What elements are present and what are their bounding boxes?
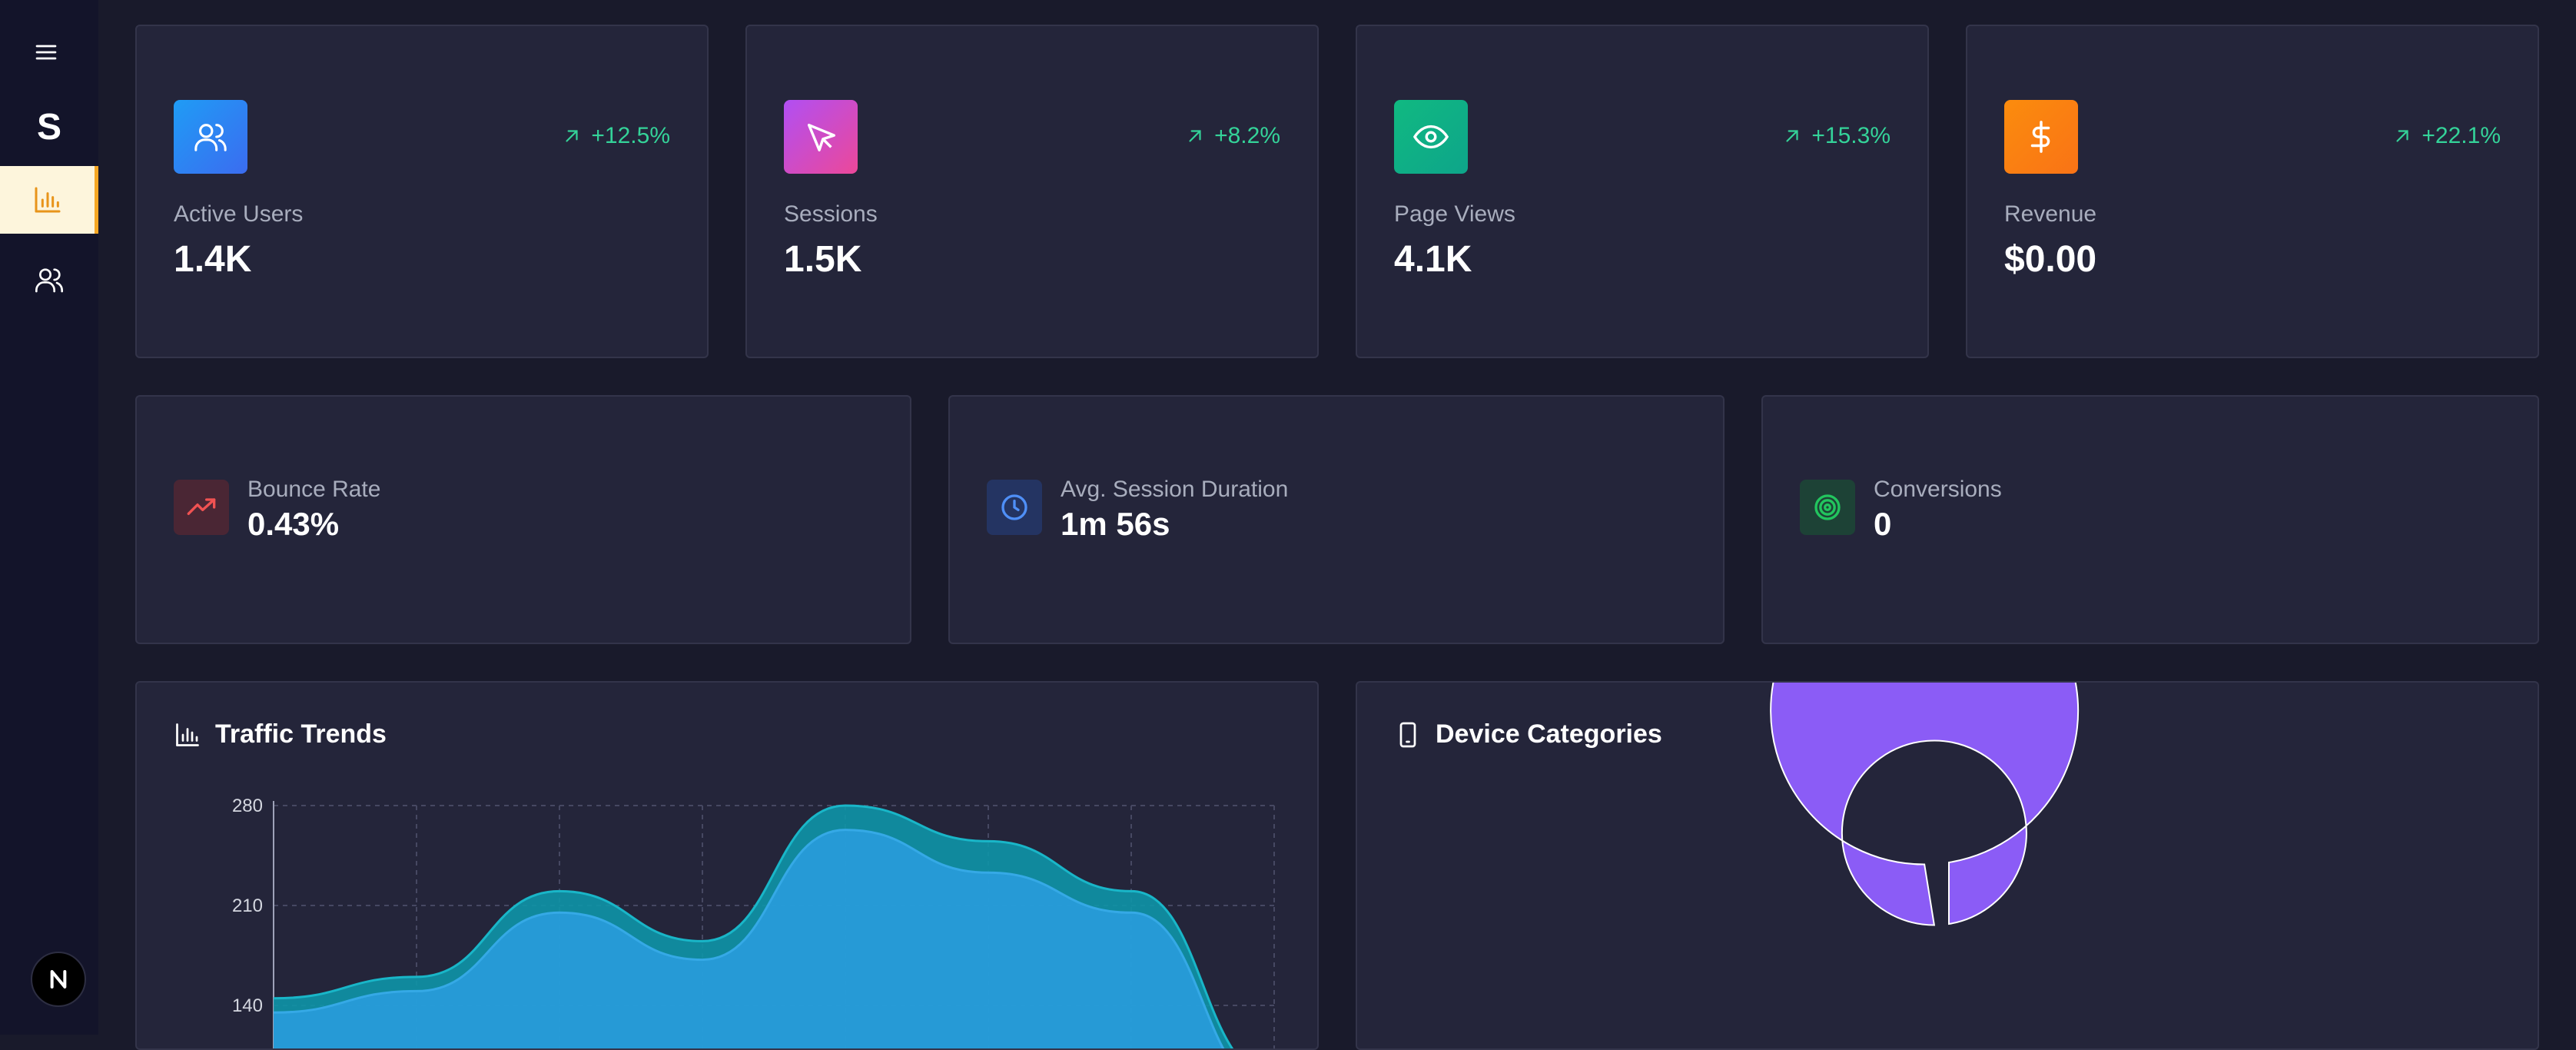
- stat-value: 4.1K: [1394, 239, 1472, 280]
- metric-label: Bounce Rate: [247, 477, 381, 502]
- stat-card-active-users: +12.5% Active Users 1.4K: [135, 25, 709, 358]
- metric-card-bounce-rate: Bounce Rate 0.43%: [135, 395, 911, 644]
- dollar-icon: [2004, 100, 2078, 174]
- device-chart: [1770, 683, 2080, 926]
- stat-value: 1.4K: [174, 239, 252, 280]
- stat-label: Sessions: [784, 201, 878, 227]
- stat-card-revenue: +22.1% Revenue $0.00: [1966, 25, 2539, 358]
- metric-card-session-duration: Avg. Session Duration 1m 56s: [948, 395, 1725, 644]
- cursor-icon: [784, 100, 858, 174]
- metric-value: 0: [1874, 506, 1892, 542]
- stat-label: Page Views: [1394, 201, 1515, 227]
- device-categories-panel: Device Categories: [1356, 681, 2539, 1050]
- stat-change: +12.5%: [562, 123, 670, 149]
- trending-up-icon: [174, 480, 229, 535]
- stat-value: 1.5K: [784, 239, 862, 280]
- sidebar-item-analytics[interactable]: [0, 166, 98, 234]
- metric-card-conversions: Conversions 0: [1761, 395, 2539, 644]
- users-icon: [174, 100, 247, 174]
- metric-value: 0.43%: [247, 506, 340, 542]
- sidebar: S: [0, 0, 98, 1035]
- eye-icon: [1394, 100, 1468, 174]
- stat-label: Revenue: [2004, 201, 2097, 227]
- traffic-trends-panel: Traffic Trends 140 210 280: [135, 681, 1319, 1050]
- stat-change: +8.2%: [1185, 123, 1280, 149]
- target-icon: [1800, 480, 1855, 535]
- y-tick-label: 210: [232, 895, 263, 916]
- arrow-up-right-icon: [2396, 130, 2408, 142]
- stat-change: +22.1%: [2392, 123, 2501, 149]
- metric-label: Avg. Session Duration: [1061, 477, 1289, 502]
- stat-value: $0.00: [2004, 239, 2097, 280]
- arrow-up-right-icon: [1786, 130, 1798, 142]
- stat-card-sessions: +8.2% Sessions 1.5K: [745, 25, 1319, 358]
- metric-label: Conversions: [1874, 477, 2002, 502]
- area-series-1: [274, 829, 1223, 1048]
- menu-icon[interactable]: [34, 40, 58, 65]
- stat-card-page-views: +15.3% Page Views 4.1K: [1356, 25, 1929, 358]
- stat-label: Active Users: [174, 201, 304, 227]
- metric-value: 1m 56s: [1061, 506, 1170, 542]
- y-tick-label: 280: [232, 796, 263, 816]
- avatar[interactable]: [31, 952, 86, 1007]
- y-tick-label: 140: [232, 995, 263, 1016]
- arrow-up-right-icon: [566, 130, 578, 142]
- arrow-up-right-icon: [1189, 130, 1201, 142]
- app-logo: S: [36, 107, 61, 148]
- sidebar-item-users[interactable]: [0, 246, 98, 314]
- users-icon: [35, 268, 63, 293]
- traffic-chart: 140 210 280: [232, 796, 1275, 1048]
- pie-slice: [1770, 683, 2080, 926]
- bar-chart-icon: [35, 187, 60, 213]
- stat-change: +15.3%: [1782, 123, 1891, 149]
- clock-icon: [987, 480, 1042, 535]
